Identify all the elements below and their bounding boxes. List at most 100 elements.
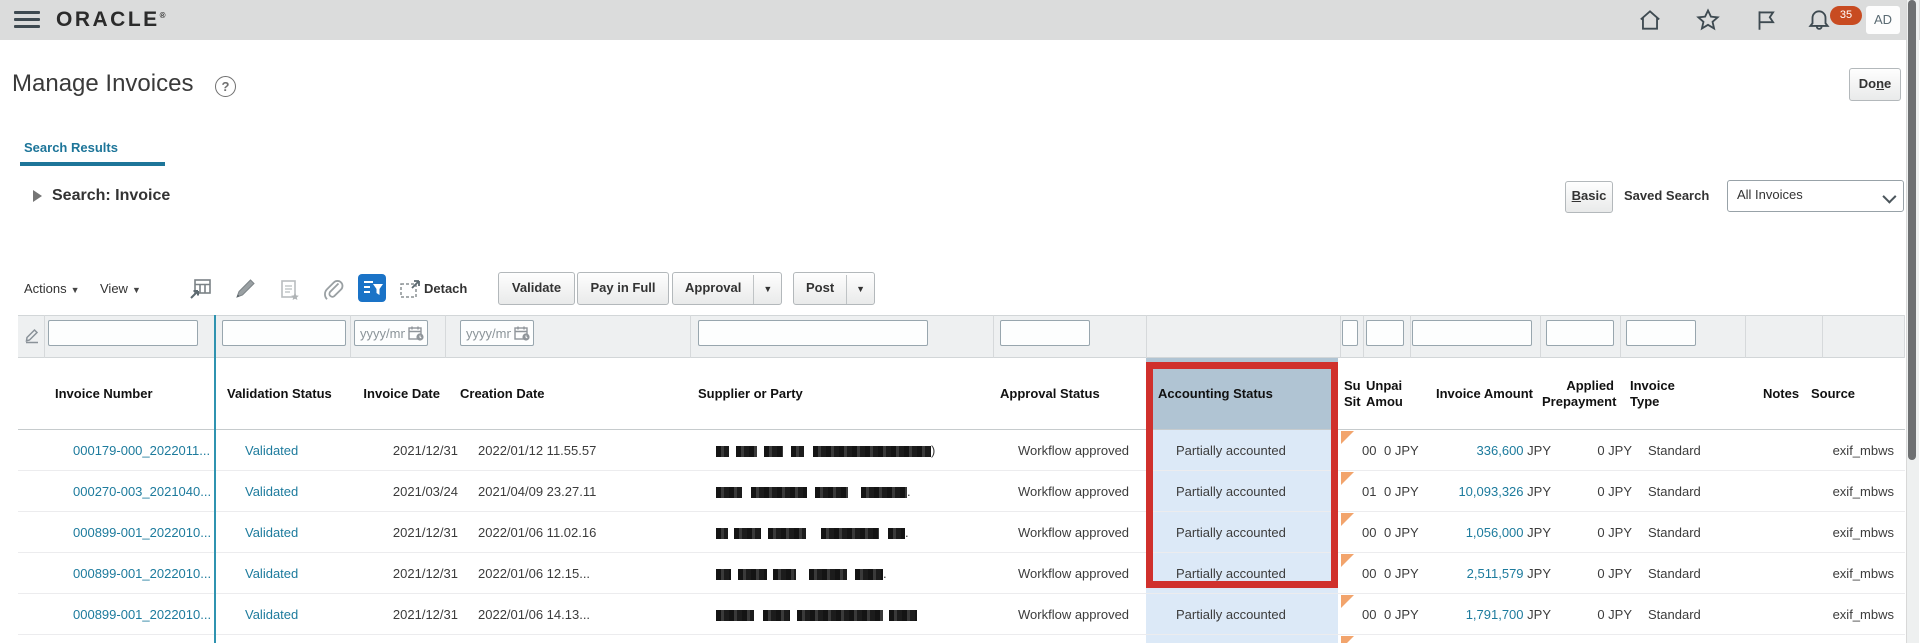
filter-validation-status[interactable] <box>222 320 346 346</box>
post-split-button[interactable]: Post ▼ <box>793 272 876 305</box>
help-icon[interactable]: ? <box>215 76 236 97</box>
basic-search-button[interactable]: Basic <box>1565 181 1613 213</box>
filter-invoice-number[interactable] <box>48 320 198 346</box>
invoice-number-cell[interactable]: 000899-001_2022010... <box>62 553 239 594</box>
supplier-site-cell <box>1360 635 1382 643</box>
column-header-invoice-amount[interactable]: Invoice Amount <box>1406 358 1533 429</box>
home-icon[interactable] <box>1637 7 1663 33</box>
invoice-amount-cell[interactable]: 1,791,700 JPY <box>1424 594 1551 635</box>
redacted-block <box>734 528 761 540</box>
table-row[interactable]: 000270-003_2021040... Validated 2021/03/24… <box>18 471 1905 512</box>
column-header-approval-status[interactable]: Approval Status <box>1000 358 1142 429</box>
redacted-block <box>763 610 790 622</box>
invoice-number-cell[interactable]: 000899-001_2022010... <box>62 512 239 553</box>
unpaid-amount-cell: 0 JPY <box>1384 607 1419 622</box>
favorites-star-icon[interactable] <box>1695 7 1721 33</box>
table-row[interactable] <box>18 635 1905 643</box>
column-header-supplier-or-party[interactable]: Supplier or Party <box>698 358 990 429</box>
invoice-amount-cell[interactable]: 1,056,000 JPY <box>1424 512 1551 553</box>
supplier-site-cell: 00 <box>1362 566 1377 581</box>
saved-search-label: Saved Search <box>1624 188 1710 203</box>
supplier-site-cell: 00 <box>1362 607 1377 622</box>
tab-search-results[interactable]: Search Results <box>24 140 118 155</box>
redacted-block <box>889 610 917 622</box>
validation-status-cell <box>232 635 377 643</box>
export-to-excel-icon[interactable] <box>188 276 214 302</box>
column-header-su[interactable]: Su Sit <box>1342 358 1364 429</box>
filter-applied-prepayment[interactable] <box>1546 320 1614 346</box>
supplier-cell-redacted: . <box>716 512 1008 553</box>
hamburger-menu-icon[interactable] <box>14 11 40 29</box>
modified-cell-triangle-marker <box>1341 595 1354 608</box>
invoice-amount-cell[interactable]: 336,600 JPY <box>1424 430 1551 471</box>
column-header-creation-date[interactable]: Creation Date <box>460 358 688 429</box>
column-header-validation-status[interactable]: Validation Status <box>214 358 359 429</box>
filter-supplier[interactable] <box>698 320 928 346</box>
expand-triangle-icon[interactable] <box>33 190 42 202</box>
creation-date-cell: 2022/01/06 14.13... <box>478 607 591 622</box>
validate-button[interactable]: Validate <box>498 272 575 305</box>
calendar-icon[interactable] <box>407 324 425 342</box>
modified-cell-triangle-marker <box>1341 636 1354 643</box>
invoice-amount-cell[interactable]: 10,093,326 JPY <box>1424 471 1551 512</box>
creation-date-cell: 2022/01/12 11.55.57 <box>478 443 597 458</box>
filter-cell-divider <box>1745 315 1746 358</box>
approval-split-button[interactable]: Approval ▼ <box>672 272 783 305</box>
chevron-down-icon: ▼ <box>846 275 874 304</box>
validation-status-cell: Validated <box>245 566 299 581</box>
filter-unpaid-amount[interactable] <box>1366 320 1404 346</box>
filter-supplier-site[interactable] <box>1342 320 1358 346</box>
table-row[interactable]: 000179-000_2022011... Validated 2021/12/31… <box>18 430 1905 471</box>
flag-watchlist-icon[interactable] <box>1753 7 1779 33</box>
unpaid-amount-cell: 0 JPY <box>1384 484 1419 499</box>
view-menu[interactable]: View ▼ <box>100 281 141 296</box>
invoice-number-cell[interactable]: 000270-003_2021040... <box>62 471 239 512</box>
invoice-type-cell: Standard <box>1648 566 1701 581</box>
redacted-block <box>797 610 883 622</box>
detach-icon[interactable] <box>398 278 424 304</box>
invoice-number-cell[interactable]: 000899-001_2022010... <box>62 594 239 635</box>
calendar-icon[interactable] <box>513 324 531 342</box>
column-header-invoice-date[interactable]: Invoice Date <box>350 358 440 429</box>
vertical-scrollbar-thumb[interactable] <box>1908 0 1916 460</box>
table-row[interactable]: 000899-001_2022010... Validated 2021/12/31… <box>18 553 1905 594</box>
source-cell <box>1808 635 1894 643</box>
filter-invoice-type[interactable] <box>1626 320 1696 346</box>
pay-in-full-button[interactable]: Pay in Full <box>577 272 669 305</box>
redacted-block <box>716 487 742 499</box>
filter-approval-status[interactable] <box>1000 320 1090 346</box>
actions-menu[interactable]: Actions ▼ <box>24 281 80 296</box>
redacted-block <box>716 528 728 540</box>
table-row[interactable]: 000899-001_2022010... Validated 2021/12/31… <box>18 594 1905 635</box>
column-header-accounting-status[interactable]: Accounting Status <box>1146 358 1338 429</box>
done-button[interactable]: Done <box>1849 68 1901 101</box>
query-by-example-filter-icon[interactable] <box>358 274 386 302</box>
column-header-unpai[interactable]: Unpai Amou <box>1366 358 1408 429</box>
chevron-down-icon <box>1882 189 1897 204</box>
edit-pencil-icon[interactable] <box>232 276 258 302</box>
filter-cell-divider <box>690 315 691 358</box>
column-header-source[interactable]: Source <box>1790 358 1876 429</box>
saved-search-select[interactable]: All Invoices <box>1727 180 1904 212</box>
notification-count-badge: 35 <box>1830 6 1862 25</box>
redacted-block <box>716 446 729 458</box>
invoice-number-cell[interactable]: 000179-000_2022011... <box>62 430 239 471</box>
table-row[interactable]: 000899-001_2022010... Validated 2021/12/31… <box>18 512 1905 553</box>
redacted-block <box>809 569 847 581</box>
redacted-block <box>791 446 804 458</box>
invoice-amount-cell[interactable] <box>1424 635 1551 643</box>
column-header-invoice[interactable]: Invoice Type <box>1628 358 1742 429</box>
filter-invoice-amount[interactable] <box>1412 320 1532 346</box>
qbe-pencil-icon <box>23 326 41 344</box>
applied-prepayment-cell: 0 JPY <box>1597 525 1632 540</box>
column-header-applied[interactable]: Applied Prepayment <box>1542 358 1616 429</box>
invoice-amount-cell[interactable]: 2,511,579 JPY <box>1424 553 1551 594</box>
invoice-number-cell[interactable] <box>62 635 239 643</box>
filter-cell-divider <box>993 315 994 358</box>
detach-label[interactable]: Detach <box>424 281 467 296</box>
notifications-bell-icon[interactable] <box>1806 7 1832 33</box>
user-avatar[interactable]: AD <box>1866 6 1900 34</box>
supplier-cell-redacted: ) <box>716 430 1008 471</box>
column-header-invoice-number[interactable]: Invoice Number <box>44 358 221 429</box>
attachment-paperclip-icon[interactable] <box>320 276 346 302</box>
